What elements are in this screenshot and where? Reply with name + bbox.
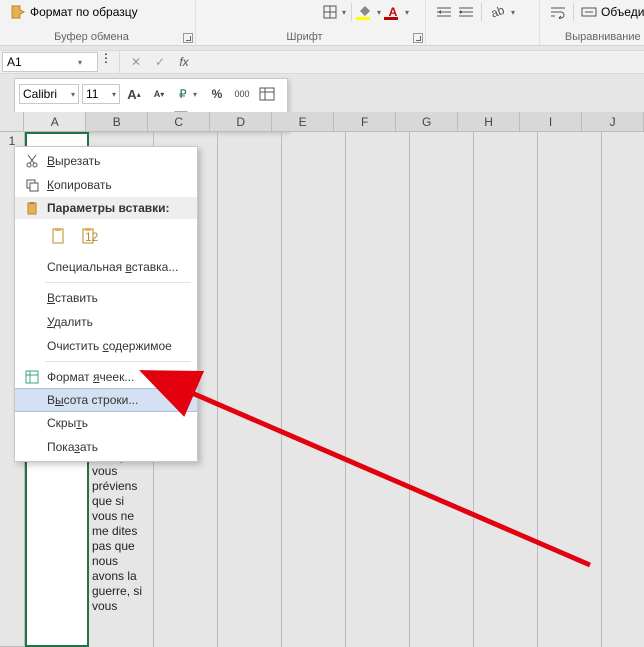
ctx-hide[interactable]: Скрыть [15,411,197,435]
ctx-clear[interactable]: Очистить содержимое [15,334,197,358]
ctx-unhide[interactable]: Показать [15,435,197,459]
ribbon-group-alignment: Объединить Выравнивание [540,0,644,45]
ctx-clear-label: Очистить содержимое [47,339,172,353]
merge-label[interactable]: Объединить [601,5,644,19]
col-header-G[interactable]: G [396,112,458,132]
ctx-delete-label: Удалить [47,315,93,329]
col-header-A[interactable]: A [24,112,86,132]
percent-format-button[interactable]: % [206,83,228,105]
font-size-value: 11 [86,87,98,101]
ctx-insert[interactable]: Вставить [15,286,197,310]
enter-formula-button[interactable]: ✓ [148,51,172,73]
svg-text:123: 123 [85,230,98,244]
ctx-paste-special[interactable]: Специальная вставка... [15,255,197,279]
thousand-label: 000 [234,89,249,99]
group-label-clipboard: Буфер обмена [0,31,183,43]
ctx-unhide-label: Показать [47,440,98,454]
font-name-select[interactable]: Calibri▾ [19,84,79,104]
insert-function-button[interactable]: fx [172,51,196,73]
ribbon-group-clipboard: Формат по образцу Буфер обмена [0,0,196,45]
copy-icon [21,175,43,195]
cell-B1-text: vous je vous préviens que si vous ne me … [89,447,151,616]
comma-format-button[interactable]: 000 [231,83,253,105]
group-label-alignment: Выравнивание [540,31,644,43]
select-all-corner[interactable] [0,112,24,132]
ribbon-group-font: ▾ ▾ A ▾ Шрифт [196,0,426,45]
border-button[interactable] [320,2,340,22]
dialog-launcher-font[interactable] [413,32,423,42]
merge-button[interactable] [579,2,599,22]
table-format-button[interactable] [256,83,278,105]
svg-text:ab: ab [490,5,504,19]
ctx-copy-label: Копировать [47,178,112,192]
dialog-launcher-clipboard[interactable] [183,32,193,42]
font-color-dropdown[interactable]: ▾ [403,2,411,22]
ctx-paste-special-label: Специальная вставка... [47,260,178,274]
paste-option-values[interactable]: 123 [77,223,101,249]
paste-options-row: 123 [15,219,197,255]
col-header-F[interactable]: F [334,112,396,132]
shrink-font-button[interactable]: A▾ [148,83,170,105]
font-color-button[interactable]: A [383,2,403,22]
col-header-I[interactable]: I [520,112,582,132]
namebox-resize[interactable]: ⋮ [100,51,120,73]
svg-text:₽: ₽ [179,87,187,101]
orientation-button[interactable]: ab [487,2,507,22]
ctx-hide-label: Скрыть [47,416,88,430]
ctx-delete[interactable]: Удалить [15,310,197,334]
col-header-D[interactable]: D [210,112,272,132]
format-painter-icon[interactable] [8,2,28,22]
paste-option-default[interactable] [47,223,71,249]
col-header-E[interactable]: E [272,112,334,132]
col-header-C[interactable]: C [148,112,210,132]
formula-bar: ▾ ⋮ ✕ ✓ fx [0,50,644,74]
col-header-J[interactable]: J [582,112,644,132]
ctx-insert-label: Вставить [47,291,98,305]
ribbon-group-align-part: ab ▾ [426,0,540,45]
cancel-formula-button[interactable]: ✕ [124,51,148,73]
increase-indent-button[interactable] [456,2,476,22]
cut-icon [21,151,43,171]
ctx-cut[interactable]: Вырезать [15,149,197,173]
ctx-paste-header-label: Параметры вставки: [47,201,170,215]
wrap-text-button[interactable] [548,2,568,22]
name-box-dropdown[interactable]: ▾ [71,58,89,67]
name-box[interactable]: ▾ [2,52,98,72]
ctx-format-cells-label: Формат ячеек... [47,370,134,384]
accounting-format-button[interactable]: ₽▾ [173,83,203,105]
fill-color-button[interactable] [355,2,375,22]
column-headers: A B C D E F G H I J [0,112,644,132]
font-size-select[interactable]: 11▾ [82,84,120,104]
ctx-copy[interactable]: Копировать [15,173,197,197]
col-header-B[interactable]: B [86,112,148,132]
orientation-dropdown[interactable]: ▾ [509,2,517,22]
paste-icon [21,198,43,218]
border-dropdown[interactable]: ▾ [340,2,348,22]
ribbon: Формат по образцу Буфер обмена ▾ ▾ A ▾ Ш… [0,0,644,46]
ctx-row-height[interactable]: Высота строки... [15,388,197,412]
fill-color-dropdown[interactable]: ▾ [375,2,383,22]
ctx-row-height-label: Высота строки... [47,393,138,407]
name-box-input[interactable] [3,55,71,69]
format-painter-label[interactable]: Формат по образцу [30,5,138,19]
col-header-H[interactable]: H [458,112,520,132]
context-menu: Вырезать Копировать Параметры вставки: 1… [14,146,198,462]
format-cells-icon [21,367,43,387]
font-name-value: Calibri [23,87,57,101]
decrease-indent-button[interactable] [434,2,454,22]
percent-label: % [212,87,223,101]
ctx-cut-label: Вырезать [47,154,100,168]
group-label-font: Шрифт [196,31,413,43]
grow-font-button[interactable]: A▴ [123,83,145,105]
ctx-paste-header: Параметры вставки: [15,197,197,219]
ctx-format-cells[interactable]: Формат ячеек... [15,365,197,389]
